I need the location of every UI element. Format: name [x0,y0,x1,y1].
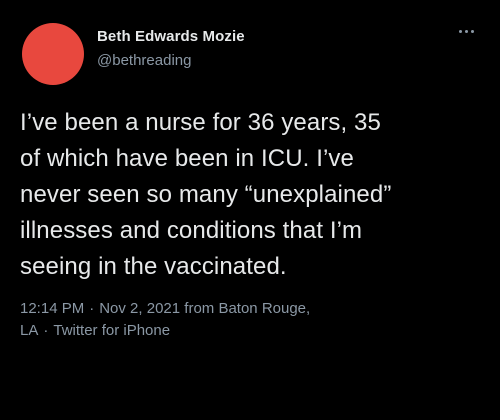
tweet-text-line: of which have been in ICU. I’ve [20,145,354,172]
avatar[interactable] [22,23,84,85]
tweet-text: I’ve been a nurse for 36 years, 35 of wh… [20,105,485,285]
tweet-card: Beth Edwards Mozie @bethreading I’ve bee… [0,0,500,420]
tweet-text-line: never seen so many “unexplained” [20,181,392,208]
tweet-text-line: illnesses and conditions that I’m [20,217,363,244]
meta-separator: · [43,322,49,339]
tweet-source[interactable]: Twitter for iPhone [53,322,170,339]
more-dot [471,30,474,33]
author-display-name[interactable]: Beth Edwards Mozie [97,27,245,47]
more-dot [459,30,462,33]
tweet-text-line: I’ve been a nurse for 36 years, 35 [20,109,381,136]
tweet-location[interactable]: from Baton Rouge, [184,300,310,317]
meta-line-1: 12:14 PM · Nov 2, 2021 from Baton Rouge, [20,298,485,320]
author-info: Beth Edwards Mozie @bethreading [97,27,245,71]
more-dot [465,30,468,33]
author-handle[interactable]: @bethreading [97,51,245,71]
tweet-metadata: 12:14 PM · Nov 2, 2021 from Baton Rouge, L… [20,298,485,342]
meta-separator: · [89,300,95,317]
tweet-text-line: seeing in the vaccinated. [20,253,287,280]
tweet-location-state[interactable]: LA [20,322,38,339]
meta-line-2: LA · Twitter for iPhone [20,320,485,342]
more-options-icon[interactable] [459,30,474,33]
tweet-time[interactable]: 12:14 PM [20,300,84,317]
tweet-date[interactable]: Nov 2, 2021 [99,300,180,317]
